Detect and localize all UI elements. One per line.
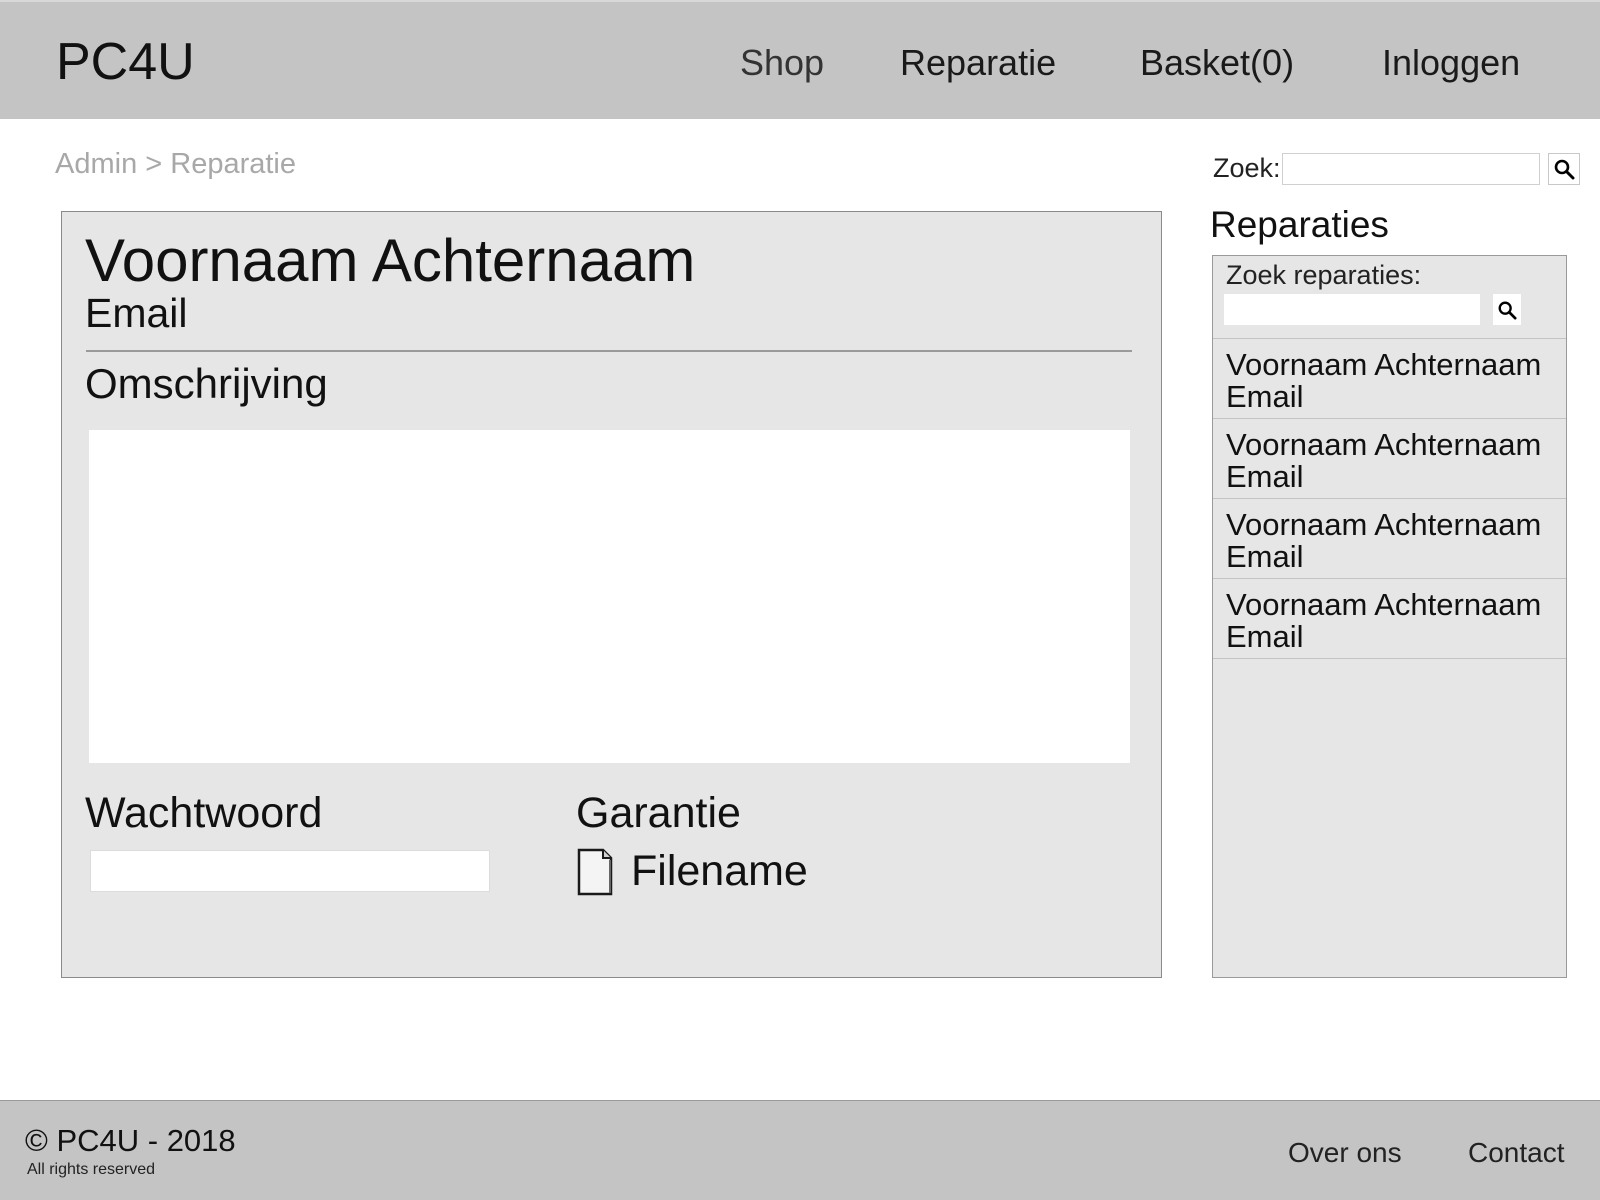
search-button[interactable] — [1548, 153, 1580, 185]
rights-reserved: All rights reserved — [27, 1161, 156, 1178]
repairs-list: Voornaam Achternaam Email Voornaam Achte… — [1213, 338, 1566, 659]
description-label: Omschrijving — [85, 360, 328, 407]
customer-name: Voornaam Achternaam — [85, 227, 696, 294]
search-label: Zoek: — [1213, 153, 1281, 183]
nav-shop[interactable]: Shop — [740, 42, 824, 84]
list-item[interactable]: Voornaam Achternaam Email — [1213, 579, 1566, 659]
footer-link-contact[interactable]: Contact — [1468, 1137, 1565, 1169]
list-item-name: Voornaam Achternaam — [1226, 507, 1542, 542]
search-input[interactable] — [1282, 153, 1540, 185]
list-item-email: Email — [1226, 379, 1304, 414]
breadcrumb-admin[interactable]: Admin — [55, 148, 137, 181]
customer-email: Email — [85, 290, 188, 336]
divider — [86, 350, 1132, 352]
site-header: PC4U Shop Reparatie Basket(0) Inloggen — [0, 0, 1600, 119]
password-field[interactable] — [90, 850, 490, 892]
list-item-name: Voornaam Achternaam — [1226, 427, 1542, 462]
repairs-sidebar: Zoek reparaties: Voornaam Achternaam Ema… — [1212, 255, 1567, 978]
list-item[interactable]: Voornaam Achternaam Email — [1213, 339, 1566, 419]
file-name[interactable]: Filename — [631, 847, 808, 896]
list-item-email: Email — [1226, 539, 1304, 574]
list-item-email: Email — [1226, 619, 1304, 654]
nav-reparatie[interactable]: Reparatie — [900, 42, 1056, 84]
list-item-name: Voornaam Achternaam — [1226, 347, 1542, 382]
sidebar-search-input[interactable] — [1224, 294, 1480, 325]
site-logo[interactable]: PC4U — [56, 32, 195, 92]
site-footer: © PC4U - 2018 All rights reserved Over o… — [0, 1100, 1600, 1200]
nav-login[interactable]: Inloggen — [1382, 42, 1520, 84]
file-icon — [577, 848, 613, 895]
password-label: Wachtwoord — [85, 789, 323, 837]
sidebar-search-label: Zoek reparaties: — [1226, 260, 1422, 290]
description-textarea[interactable] — [89, 430, 1130, 763]
repair-detail-panel: Voornaam Achternaam Email Omschrijving W… — [61, 211, 1162, 978]
search-icon — [1554, 159, 1575, 180]
breadcrumb: Admin > Reparatie — [55, 148, 296, 181]
list-item[interactable]: Voornaam Achternaam Email — [1213, 419, 1566, 499]
breadcrumb-separator: > — [137, 148, 171, 180]
list-item-name: Voornaam Achternaam — [1226, 587, 1542, 622]
list-item[interactable]: Voornaam Achternaam Email — [1213, 499, 1566, 579]
warranty-label: Garantie — [576, 789, 741, 837]
nav-basket[interactable]: Basket(0) — [1140, 42, 1294, 84]
footer-link-about[interactable]: Over ons — [1288, 1137, 1402, 1169]
search-icon — [1498, 301, 1517, 320]
breadcrumb-current: Reparatie — [170, 148, 297, 180]
sidebar-title: Reparaties — [1210, 204, 1389, 245]
copyright: © PC4U - 2018 — [25, 1123, 236, 1158]
warranty-file[interactable]: Filename — [577, 847, 808, 896]
sidebar-search-button[interactable] — [1493, 294, 1521, 325]
list-item-email: Email — [1226, 459, 1304, 494]
